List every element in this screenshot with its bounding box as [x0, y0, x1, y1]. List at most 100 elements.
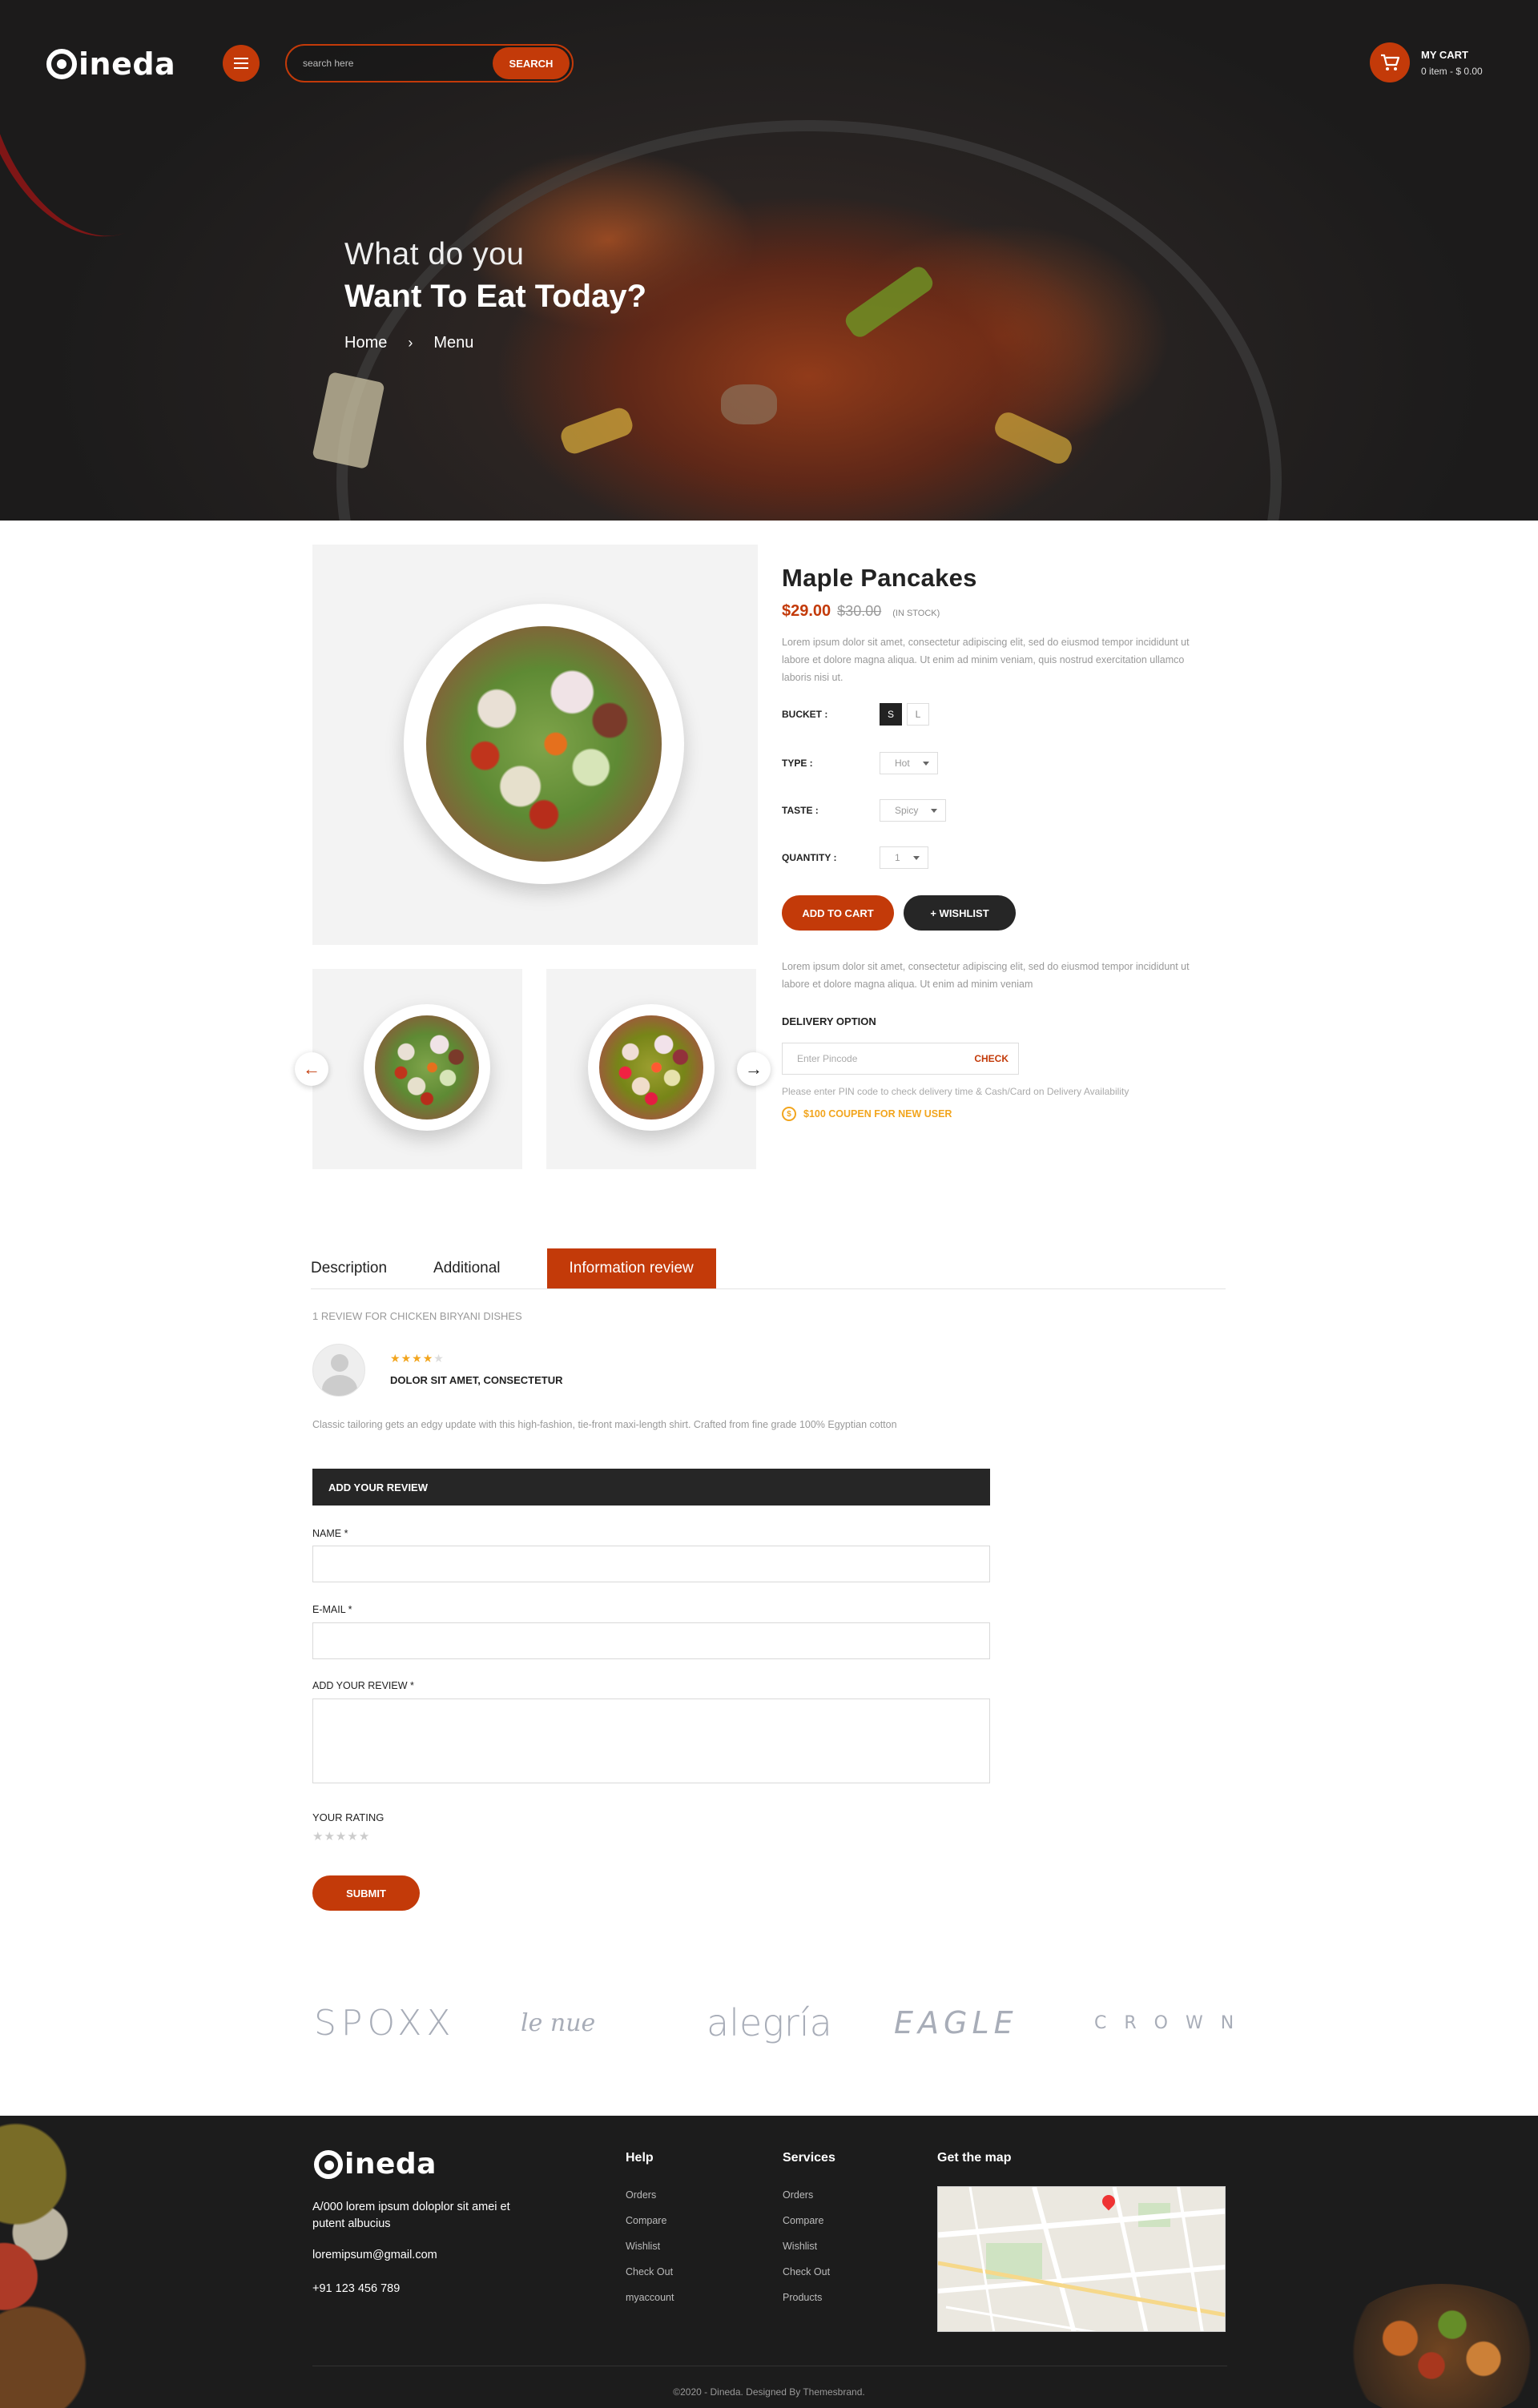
hero-line-1: What do you	[344, 237, 525, 271]
taste-select[interactable]: Spicy	[880, 799, 947, 822]
review-rating-stars: ★★★★★	[390, 1352, 445, 1365]
search-input[interactable]	[287, 58, 493, 69]
bucket-label: BUCKET :	[782, 709, 828, 720]
search-bar: SEARCH	[285, 44, 574, 82]
brand-logo-crown: CROWN	[1094, 2012, 1252, 2033]
site-logo[interactable]: ineda	[46, 46, 175, 82]
product-thumbnail-1[interactable]	[312, 969, 522, 1169]
quantity-label: QUANTITY :	[782, 852, 837, 863]
email-field[interactable]	[312, 1622, 990, 1659]
footer-services-link[interactable]: Compare	[783, 2215, 823, 2226]
rating-star-icon[interactable]: ★	[312, 1830, 324, 1843]
tab-description[interactable]: Description	[311, 1248, 387, 1288]
footer-help-link[interactable]: Compare	[626, 2215, 666, 2226]
star-icon: ★	[433, 1352, 445, 1365]
coupon-icon: $	[782, 1107, 796, 1121]
footer-services-link[interactable]: Orders	[783, 2189, 813, 2201]
footer-help-link[interactable]: Check Out	[626, 2266, 673, 2277]
food-decoration	[0, 2116, 88, 2408]
logo-mark-icon	[46, 49, 77, 79]
check-button[interactable]: CHECK	[974, 1053, 1009, 1064]
footer-help-link[interactable]: Orders	[626, 2189, 656, 2201]
review-title: DOLOR SIT AMET, CONSECTETUR	[390, 1374, 563, 1386]
star-icon: ★	[422, 1352, 434, 1365]
footer	[0, 2116, 1538, 2408]
footer-address: A/000 lorem ipsum doloplor sit amei et p…	[312, 2201, 510, 2230]
search-button[interactable]: SEARCH	[493, 47, 570, 79]
rating-input[interactable]: ★★★★★	[312, 1829, 370, 1843]
tab-additional[interactable]: Additional	[433, 1248, 500, 1288]
food-decoration	[721, 384, 777, 424]
product-tabs: Description Additional Information revie…	[311, 1248, 1226, 1289]
plate-image	[404, 604, 684, 884]
coupon-link[interactable]: $ $100 COUPEN FOR NEW USER	[782, 1107, 952, 1121]
hero-line-2: Want To Eat Today?	[344, 279, 647, 314]
submit-button[interactable]: SUBMIT	[312, 1875, 420, 1911]
wishlist-button[interactable]: + WISHLIST	[904, 895, 1016, 931]
footer-email[interactable]: loremipsum@gmail.com	[312, 2249, 437, 2261]
map-image[interactable]	[937, 2186, 1226, 2332]
taste-value: Spicy	[895, 805, 919, 816]
footer-services-link[interactable]: Products	[783, 2292, 822, 2303]
copyright: ©2020 - Dineda. Designed By Themesbrand.	[673, 2386, 865, 2398]
quantity-select[interactable]: 1	[880, 846, 928, 869]
add-review-header: ADD YOUR REVIEW	[312, 1469, 990, 1506]
chevron-right-icon: ›	[408, 335, 413, 351]
logo-text: ineda	[344, 2148, 437, 2181]
add-to-cart-button[interactable]: ADD TO CART	[782, 895, 894, 931]
brand-logo-spoxx: SPOXX	[314, 2002, 456, 2044]
star-icon: ★	[412, 1352, 423, 1365]
pincode-input[interactable]	[797, 1053, 957, 1064]
breadcrumb-home[interactable]: Home	[344, 334, 387, 352]
hamburger-icon	[234, 62, 248, 64]
menu-button[interactable]	[223, 45, 260, 82]
pincode-note: Please enter PIN code to check delivery …	[782, 1086, 1129, 1097]
type-option: TYPE : Hot	[782, 752, 938, 774]
product-description: Lorem ipsum dolor sit amet, consectetur …	[782, 637, 1190, 683]
product-price: $29.00	[782, 602, 831, 620]
size-l-option[interactable]: L	[907, 703, 929, 726]
review-text: Classic tailoring gets an edgy update wi…	[312, 1419, 897, 1430]
pincode-box: CHECK	[782, 1043, 1019, 1075]
arrow-right-icon[interactable]: →	[737, 1052, 771, 1086]
price-row: $29.00 $30.00 (IN STOCK)	[782, 602, 1214, 621]
footer-logo[interactable]: ineda	[314, 2148, 437, 2181]
product-thumbnail-2[interactable]	[546, 969, 756, 1169]
taste-label: TASTE :	[782, 805, 819, 816]
caret-down-icon	[931, 808, 938, 813]
logo-mark-icon	[314, 2149, 343, 2179]
brand-logo-eagle: EAGLE	[894, 2005, 1018, 2040]
arrow-left-icon[interactable]: ←	[295, 1052, 328, 1086]
taste-option: TASTE : Spicy	[782, 799, 947, 822]
name-label: NAME *	[312, 1528, 348, 1539]
product-main-image	[312, 545, 758, 945]
size-s-option[interactable]: S	[880, 703, 902, 726]
delivery-label: DELIVERY OPTION	[782, 1015, 876, 1027]
quantity-value: 1	[895, 852, 900, 863]
rating-star-icon[interactable]: ★	[347, 1830, 358, 1843]
rating-star-icon[interactable]: ★	[336, 1830, 347, 1843]
review-count: 1 REVIEW FOR CHICKEN BIRYANI DISHES	[312, 1310, 522, 1322]
footer-help-link[interactable]: myaccount	[626, 2292, 674, 2303]
footer-services-link[interactable]: Wishlist	[783, 2241, 817, 2252]
rating-star-icon[interactable]: ★	[324, 1830, 335, 1843]
rating-star-icon[interactable]: ★	[359, 1830, 370, 1843]
cart-title: MY CART	[1421, 48, 1468, 61]
cart-link[interactable]: MY CART 0 item - $ 0.00	[1370, 42, 1483, 82]
type-select[interactable]: Hot	[880, 752, 938, 774]
tab-information-review[interactable]: Information review	[546, 1248, 716, 1288]
breadcrumb-current: Menu	[433, 334, 474, 352]
footer-help-link[interactable]: Wishlist	[626, 2241, 660, 2252]
rating-label: YOUR RATING	[312, 1811, 384, 1823]
quantity-option: QUANTITY : 1	[782, 846, 928, 869]
product-title: Maple Pancakes	[782, 564, 977, 592]
footer-services-link[interactable]: Check Out	[783, 2266, 830, 2277]
name-field[interactable]	[312, 1546, 990, 1582]
coupon-text: $100 COUPEN FOR NEW USER	[803, 1108, 952, 1120]
review-label: ADD YOUR REVIEW *	[312, 1680, 414, 1691]
caret-down-icon	[922, 761, 929, 766]
bucket-option: BUCKET : S L	[782, 703, 934, 726]
review-textarea[interactable]	[312, 1698, 990, 1783]
hero-heading: What do you Want To Eat Today? Home › Me…	[344, 237, 646, 352]
brand-logo-alegria: alegría	[707, 2001, 832, 2044]
